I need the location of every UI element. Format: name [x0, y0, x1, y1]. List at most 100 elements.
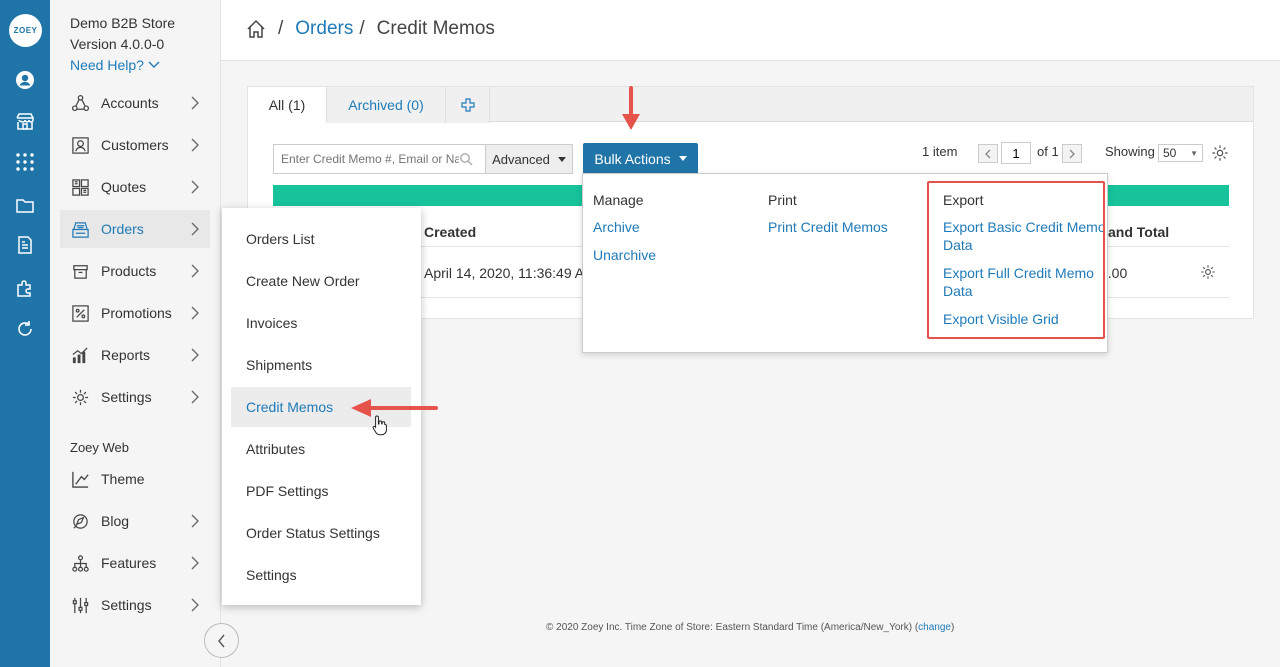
breadcrumb: / Orders / Credit Memos	[246, 18, 495, 40]
products-icon	[70, 261, 90, 281]
store-name: Demo B2B Store	[70, 15, 176, 31]
sidebar-item-customers[interactable]: Customers	[60, 126, 210, 164]
need-help-label: Need Help?	[70, 57, 144, 73]
print-credit-memos-action[interactable]: Print Credit Memos	[768, 218, 888, 236]
bulk-actions-button[interactable]: Bulk Actions	[583, 143, 698, 174]
item-count: 1 item	[922, 144, 958, 159]
sidebar-item-reports[interactable]: Reports	[60, 336, 210, 374]
change-timezone-link[interactable]: change	[918, 622, 951, 633]
submenu-invoices[interactable]: Invoices	[231, 303, 411, 343]
next-page-button[interactable]	[1062, 144, 1082, 163]
tabs-bar: All (1) Archived (0)	[248, 87, 1253, 123]
chevron-right-icon	[191, 180, 199, 194]
submenu-orders-list[interactable]: Orders List	[231, 219, 411, 259]
advanced-label: Advanced	[492, 151, 550, 167]
search-icon[interactable]	[459, 152, 473, 166]
orders-icon	[70, 219, 90, 239]
sidebar-item-label: Orders	[101, 221, 144, 237]
sidebar-item-label: Settings	[101, 597, 152, 613]
bulk-actions-menu: Manage Archive Unarchive Print Print Cre…	[582, 173, 1108, 353]
grid-icon[interactable]	[15, 152, 35, 172]
page-size-select[interactable]: 50 ▼	[1158, 144, 1203, 162]
breadcrumb-separator: /	[359, 18, 365, 39]
sidebar-item-label: Settings	[101, 389, 152, 405]
showing-label: Showing	[1105, 144, 1155, 159]
search-input[interactable]	[274, 152, 459, 166]
sidebar-item-label: Theme	[101, 471, 145, 487]
features-icon	[70, 553, 90, 573]
sidebar-item-promotions[interactable]: Promotions	[60, 294, 210, 332]
chevron-right-icon	[191, 348, 199, 362]
sidebar-item-quotes[interactable]: Quotes	[60, 168, 210, 206]
caret-down-icon	[678, 156, 687, 161]
puzzle-icon[interactable]	[15, 278, 35, 298]
sidebar-item-label: Features	[101, 555, 157, 571]
page-number-input[interactable]	[1001, 142, 1031, 164]
page-header: / Orders / Credit Memos	[221, 0, 1280, 61]
tab-label: Archived (0)	[348, 97, 424, 113]
manage-heading: Manage	[593, 192, 644, 208]
icon-rail: ZOEY	[0, 0, 50, 667]
sliders-icon	[70, 595, 90, 615]
submenu-shipments[interactable]: Shipments	[231, 345, 411, 385]
prev-page-button[interactable]	[978, 144, 998, 163]
chevron-left-icon	[217, 634, 225, 647]
unarchive-action[interactable]: Unarchive	[593, 246, 656, 264]
home-icon[interactable]	[246, 19, 266, 39]
page-size-value: 50	[1163, 146, 1177, 160]
sidebar-item-label: Products	[101, 263, 157, 279]
reports-icon	[70, 345, 90, 365]
store-version: Version 4.0.0-0	[70, 36, 165, 52]
archive-action[interactable]: Archive	[593, 218, 640, 236]
accounts-icon	[70, 93, 90, 113]
submenu-settings[interactable]: Settings	[231, 555, 411, 595]
breadcrumb-orders-link[interactable]: Orders	[295, 18, 353, 40]
row-created-cell: April 14, 2020, 11:36:49 AM	[424, 265, 596, 281]
row-gear-icon[interactable]	[1200, 264, 1216, 280]
footer: © 2020 Zoey Inc. Time Zone of Store: Eas…	[546, 622, 954, 633]
submenu-create-new-order[interactable]: Create New Order	[231, 261, 411, 301]
plus-icon	[460, 98, 475, 112]
tab-all[interactable]: All (1)	[248, 87, 327, 123]
page-total: of 1	[1037, 144, 1059, 159]
sidebar-item-theme[interactable]: Theme	[60, 460, 210, 498]
sidebar-item-settings[interactable]: Settings	[60, 378, 210, 416]
column-header-grand-total[interactable]: and Total	[1108, 224, 1169, 240]
sidebar-item-web-settings[interactable]: Settings	[60, 586, 210, 624]
sidebar-item-features[interactable]: Features	[60, 544, 210, 582]
zoey-web-section-label: Zoey Web	[70, 440, 130, 455]
user-icon[interactable]	[15, 70, 35, 90]
submenu-pdf-settings[interactable]: PDF Settings	[231, 471, 411, 511]
sidebar-item-label: Accounts	[101, 95, 159, 111]
sidebar-item-accounts[interactable]: Accounts	[60, 84, 210, 122]
column-header-created[interactable]: Created	[424, 224, 476, 240]
chevron-right-icon	[191, 222, 199, 236]
chevron-right-icon	[191, 556, 199, 570]
chevron-right-icon	[191, 598, 199, 612]
sidebar-item-label: Blog	[101, 513, 130, 529]
submenu-order-status-settings[interactable]: Order Status Settings	[231, 513, 411, 553]
chevron-right-icon	[1069, 149, 1075, 158]
document-icon[interactable]	[15, 235, 35, 255]
gear-icon	[70, 387, 90, 407]
folder-icon[interactable]	[15, 195, 35, 215]
bulk-actions-label: Bulk Actions	[594, 150, 671, 167]
zoey-logo[interactable]: ZOEY	[9, 14, 42, 47]
sidebar-item-label: Quotes	[101, 179, 147, 195]
add-tab-button[interactable]	[446, 87, 490, 123]
store-icon[interactable]	[15, 111, 35, 131]
theme-icon	[70, 469, 90, 489]
percent-icon	[70, 303, 90, 323]
sidebar-item-blog[interactable]: Blog	[60, 502, 210, 540]
advanced-search-button[interactable]: Advanced	[485, 144, 573, 174]
refresh-icon[interactable]	[15, 319, 35, 339]
blog-icon	[70, 511, 90, 531]
sidebar-item-products[interactable]: Products	[60, 252, 210, 290]
sidebar-item-orders[interactable]: Orders	[60, 210, 210, 248]
collapse-sidebar-button[interactable]	[204, 623, 239, 658]
sidebar-item-label: Customers	[101, 137, 169, 153]
tab-archived[interactable]: Archived (0)	[327, 87, 446, 123]
grid-settings-gear-icon[interactable]	[1211, 144, 1229, 162]
breadcrumb-separator: /	[278, 18, 284, 39]
need-help-link[interactable]: Need Help?	[70, 57, 160, 73]
